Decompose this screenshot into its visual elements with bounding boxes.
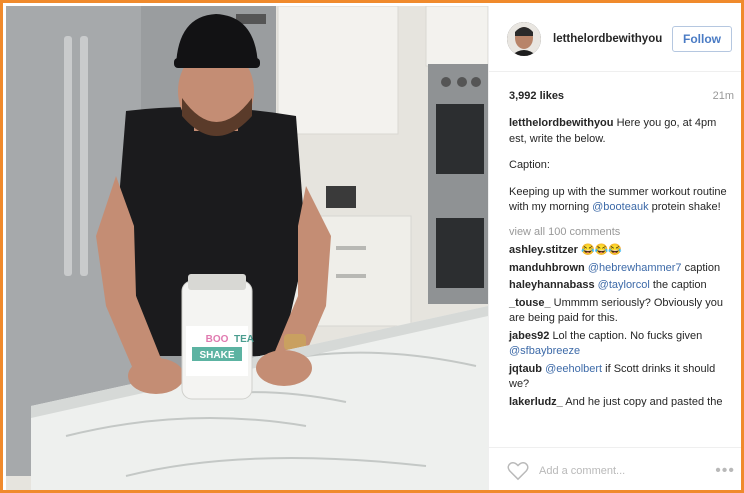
caption-mention[interactable]: @booteauk bbox=[592, 201, 648, 213]
heart-icon[interactable] bbox=[507, 461, 529, 481]
comment-user[interactable]: jabes92 bbox=[509, 330, 549, 342]
product-brand-main: SHAKE bbox=[199, 350, 234, 361]
comment-item: _touse_ Ummmm seriously? Obviously you a… bbox=[509, 296, 734, 327]
comment-user[interactable]: ashley.stitzer bbox=[509, 244, 578, 256]
post-username[interactable]: letthelordbewithyou bbox=[553, 33, 672, 45]
post-footer: Add a comment... ••• bbox=[489, 447, 741, 490]
comment-item: jabes92 Lol the caption. No fucks given … bbox=[509, 329, 734, 360]
caption-user[interactable]: letthelordbewithyou bbox=[509, 117, 614, 129]
follow-button[interactable]: Follow bbox=[672, 25, 732, 52]
post-header: letthelordbewithyou Follow bbox=[489, 6, 741, 72]
comment-mention[interactable]: @hebrewhammer7 bbox=[588, 262, 682, 274]
post-time[interactable]: 21m bbox=[713, 90, 734, 102]
product-brand-top2: TEA bbox=[234, 334, 254, 345]
comment-text: And he just copy and pasted the bbox=[565, 395, 723, 407]
comment-user[interactable]: haleyhannabass bbox=[509, 279, 595, 291]
comment-item: jqtaub @eeholbert if Scott drinks it sho… bbox=[509, 362, 734, 393]
product-brand-top: BOO bbox=[206, 334, 229, 345]
post-frame: BOO TEA SHAKE letthelordbewithyou Follow… bbox=[0, 0, 744, 493]
add-comment-input[interactable]: Add a comment... bbox=[539, 465, 715, 477]
comment-user[interactable]: manduhbrown bbox=[509, 262, 585, 274]
comment-item: lakerludz_ And he just copy and pasted t… bbox=[509, 395, 734, 407]
caption-label: Caption: bbox=[509, 159, 550, 171]
comment-user[interactable]: lakerludz_ bbox=[509, 396, 563, 407]
avatar[interactable] bbox=[507, 21, 541, 56]
view-all-comments-link[interactable]: view all 100 comments bbox=[509, 225, 734, 241]
comments-list: letthelordbewithyou Here you go, at 4pm … bbox=[489, 102, 741, 407]
avatar-image bbox=[507, 21, 541, 56]
comment-item: manduhbrown @hebrewhammer7 caption bbox=[509, 261, 734, 277]
comment-text: the caption bbox=[649, 279, 707, 291]
comment-user[interactable]: _touse_ bbox=[509, 297, 551, 309]
comment-mention[interactable]: @taylorcol bbox=[598, 279, 650, 291]
comment-text: Lol the caption. No fucks given bbox=[552, 329, 703, 342]
caption-body: Keeping up with the summer workout routi… bbox=[509, 185, 734, 216]
comment-user[interactable]: jqtaub bbox=[509, 363, 542, 375]
photo-illustration: BOO TEA SHAKE bbox=[6, 6, 488, 490]
more-options-icon[interactable]: ••• bbox=[715, 462, 735, 480]
comment-text: 😂😂😂 bbox=[580, 244, 623, 256]
caption-instruction: letthelordbewithyou Here you go, at 4pm … bbox=[509, 116, 734, 147]
likes-count[interactable]: 3,992 likes bbox=[509, 90, 564, 102]
post-photo[interactable]: BOO TEA SHAKE bbox=[6, 6, 488, 490]
comment-mention[interactable]: @sfbaybreeze bbox=[509, 345, 580, 357]
comment-mention[interactable]: @eeholbert bbox=[545, 363, 602, 375]
caption-body-post: protein shake! bbox=[648, 201, 721, 213]
post-meta: 3,992 likes 21m bbox=[489, 72, 741, 102]
post-sidebar: letthelordbewithyou Follow 3,992 likes 2… bbox=[488, 6, 741, 490]
comment-item: haleyhannabass @taylorcol the caption bbox=[509, 278, 734, 294]
comment-item: ashley.stitzer 😂😂😂 bbox=[509, 243, 734, 259]
comment-text: caption bbox=[681, 261, 721, 274]
